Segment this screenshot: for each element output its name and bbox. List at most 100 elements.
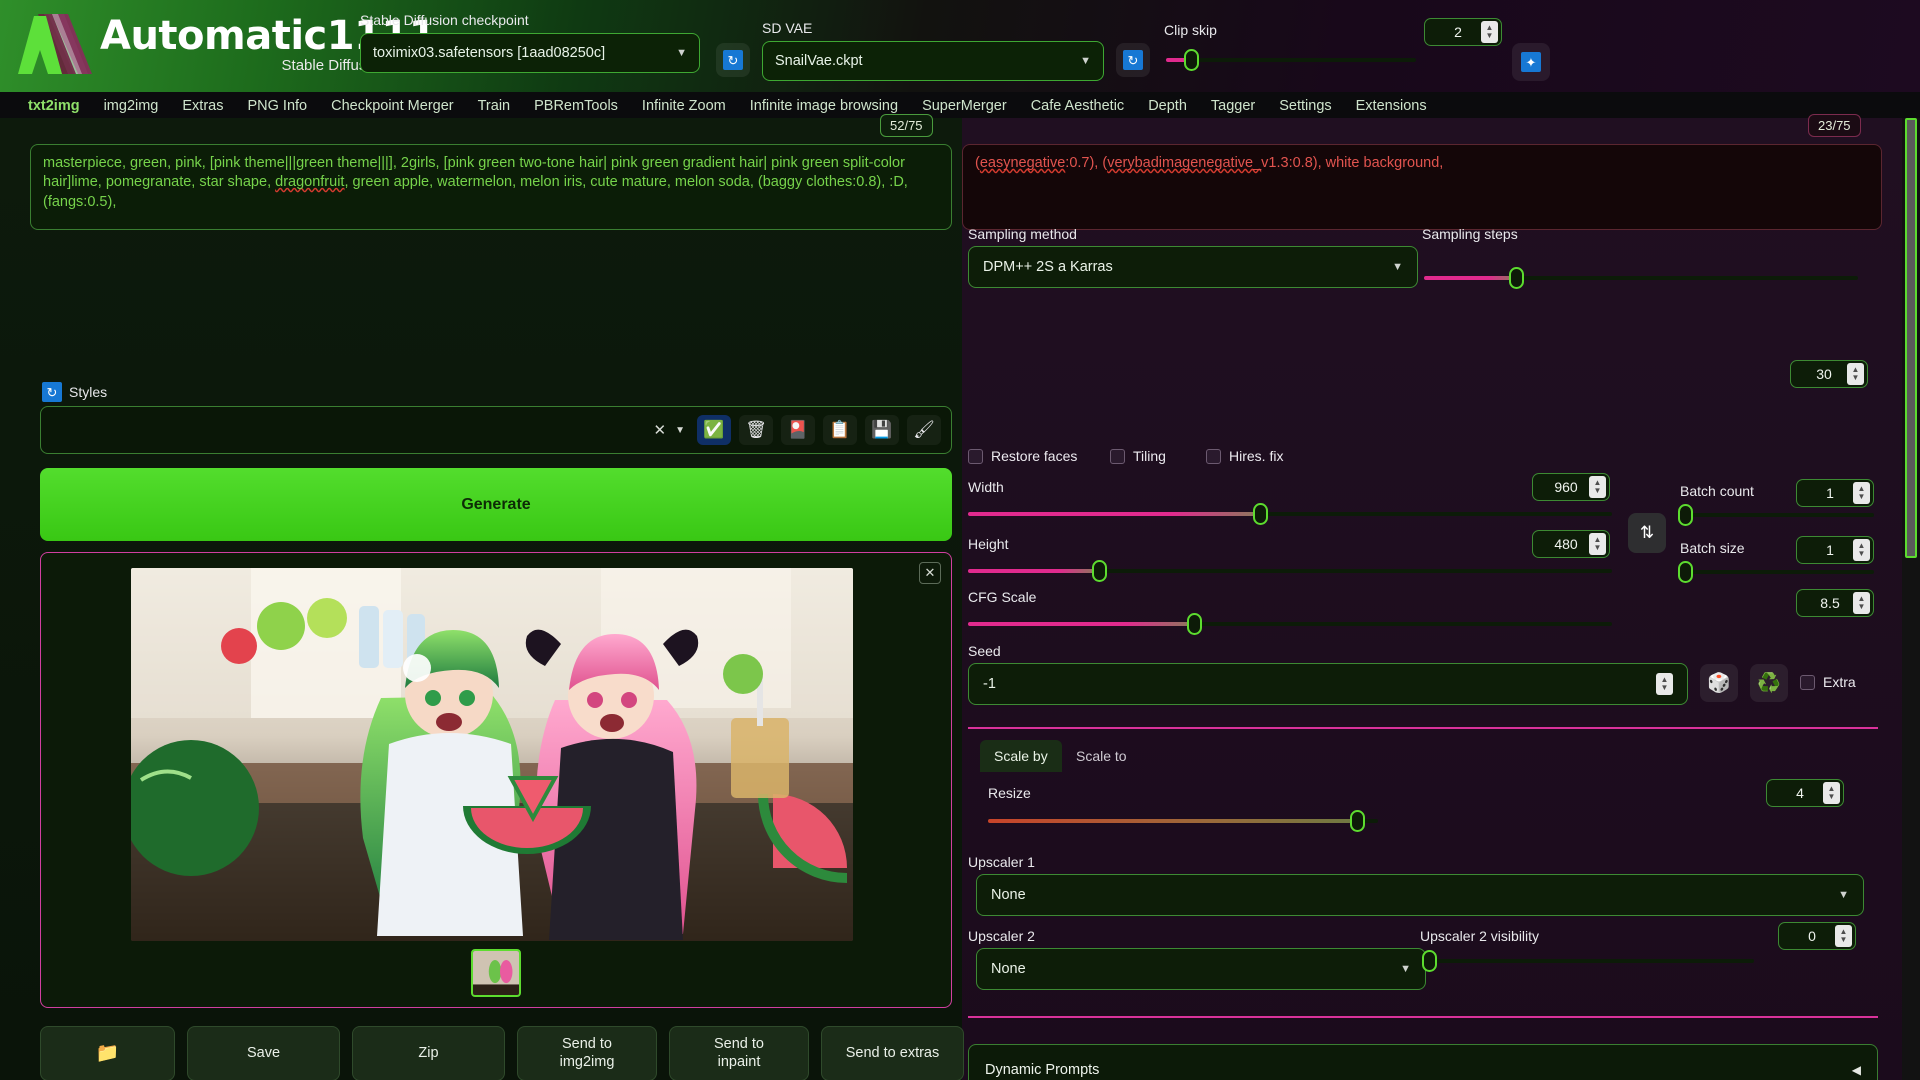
clear-x-icon[interactable]: ✕ [654, 421, 667, 439]
paste-style-icon[interactable]: 🎴 [781, 415, 815, 445]
batch-size-value-box[interactable]: 1 ▲ ▼ [1796, 536, 1874, 564]
zip-button[interactable]: Zip [352, 1026, 505, 1080]
tab-pbremtools[interactable]: PBRemTools [522, 94, 630, 118]
tab-depth[interactable]: Depth [1136, 94, 1199, 118]
restore-faces-checkbox-row[interactable]: Restore faces [968, 448, 1077, 464]
width-value-box[interactable]: 960 ▲ ▼ [1532, 473, 1610, 501]
tab-cafe-aesthetic[interactable]: Cafe Aesthetic [1019, 94, 1137, 118]
scrollbar-thumb[interactable] [1905, 118, 1917, 558]
tab-scale-to[interactable]: Scale to [1062, 740, 1141, 772]
hires-fix-checkbox-row[interactable]: Hires. fix [1206, 448, 1283, 464]
slider-knob[interactable] [1253, 503, 1268, 525]
extra-seed-checkbox-row[interactable]: Extra [1800, 674, 1856, 690]
send-to-inpaint-button[interactable]: Send to inpaint [669, 1026, 809, 1080]
extra-seed-checkbox[interactable] [1800, 674, 1815, 690]
sampling-steps-value-box[interactable]: 30 ▲ ▼ [1790, 360, 1868, 388]
tab-train[interactable]: Train [466, 94, 523, 118]
save-style-icon[interactable]: 💾 [865, 415, 899, 445]
negative-prompt-textarea[interactable]: (easynegative:0.7), (verybadimagenegativ… [962, 144, 1882, 230]
stepper-icon[interactable]: ▲ ▼ [1853, 592, 1870, 614]
slider-knob[interactable] [1678, 561, 1693, 583]
clipboard-icon[interactable]: 📋 [823, 415, 857, 445]
tab-checkpoint-merger[interactable]: Checkpoint Merger [319, 94, 466, 118]
styles-clear-controls[interactable]: ✕ ▼ [654, 421, 685, 439]
upscaler2-visibility-slider[interactable] [1422, 950, 1754, 972]
slider-knob[interactable] [1509, 267, 1524, 289]
tab-txt2img[interactable]: txt2img [16, 94, 92, 118]
slider-knob[interactable] [1187, 613, 1202, 635]
stepper-icon[interactable]: ▲ ▼ [1589, 476, 1606, 498]
seed-input[interactable]: -1 ▲ ▼ [968, 663, 1688, 705]
cfg-scale-slider[interactable] [968, 613, 1612, 635]
tab-tagger[interactable]: Tagger [1199, 94, 1267, 118]
cfg-scale-value-box[interactable]: 8.5 ▲ ▼ [1796, 589, 1874, 617]
checkpoint-dropdown[interactable]: toximix03.safetensors [1aad08250c] ▼ [360, 33, 700, 73]
send-to-img2img-button[interactable]: Send to img2img [517, 1026, 657, 1080]
stepper-icon[interactable]: ▲ ▼ [1853, 482, 1870, 504]
save-button[interactable]: Save [187, 1026, 340, 1080]
batch-count-value-box[interactable]: 1 ▲ ▼ [1796, 479, 1874, 507]
refresh-checkpoint-button[interactable]: ↻ [716, 43, 750, 77]
batch-size-slider[interactable] [1678, 561, 1874, 583]
tab-infinite-zoom[interactable]: Infinite Zoom [630, 94, 738, 118]
slider-knob[interactable] [1422, 950, 1437, 972]
swap-dimensions-button[interactable]: ⇅ [1628, 513, 1666, 553]
close-icon[interactable]: ✕ [919, 562, 941, 584]
tab-extensions[interactable]: Extensions [1344, 94, 1439, 118]
styles-dropdown[interactable]: ✕ ▼ ✅ 🗑 🎴 📋 💾 🖌 [40, 406, 952, 454]
tab-scale-by[interactable]: Scale by [980, 740, 1062, 772]
tiling-checkbox-row[interactable]: Tiling [1110, 448, 1166, 464]
stepper-icon[interactable]: ▲ ▼ [1656, 673, 1673, 695]
random-seed-button[interactable]: 🎲 [1700, 664, 1738, 702]
slider-knob[interactable] [1184, 49, 1199, 71]
open-folder-button[interactable]: 📁 [40, 1026, 175, 1080]
stepper-icon[interactable]: ▲ ▼ [1589, 533, 1606, 555]
stepper-icon[interactable]: ▲ ▼ [1835, 925, 1852, 947]
hires-fix-checkbox[interactable] [1206, 448, 1221, 464]
tiling-checkbox[interactable] [1110, 448, 1125, 464]
clip-skip-value-box[interactable]: 2 ▲ ▼ [1424, 18, 1502, 46]
generated-image[interactable] [131, 568, 853, 941]
generate-button[interactable]: Generate [40, 468, 952, 541]
magic-wand-icon[interactable]: 🖌 [907, 415, 941, 445]
height-slider[interactable] [968, 560, 1612, 582]
batch-count-slider[interactable] [1678, 504, 1874, 526]
apply-settings-button[interactable]: ✦ [1512, 43, 1550, 81]
accordion-dynamic-prompts[interactable]: Dynamic Prompts ◀ [968, 1044, 1878, 1080]
refresh-vae-button[interactable]: ↻ [1116, 43, 1150, 77]
sampling-steps-slider[interactable] [1424, 267, 1858, 289]
upscaler1-dropdown[interactable]: None ▼ [976, 874, 1864, 916]
stepper-icon[interactable]: ▲ ▼ [1823, 782, 1840, 804]
positive-prompt-textarea[interactable]: masterpiece, green, pink, [pink theme|||… [30, 144, 952, 230]
chevron-down-icon[interactable]: ▼ [675, 425, 685, 436]
clip-skip-slider[interactable] [1166, 49, 1416, 71]
resize-value-box[interactable]: 4 ▲ ▼ [1766, 779, 1844, 807]
resize-slider[interactable] [988, 810, 1378, 832]
thumbnail-item[interactable] [471, 949, 521, 997]
trash-icon[interactable]: 🗑 [739, 415, 773, 445]
slider-knob[interactable] [1350, 810, 1365, 832]
stepper-icon[interactable]: ▲ ▼ [1853, 539, 1870, 561]
restore-faces-checkbox[interactable] [968, 448, 983, 464]
tab-img2img[interactable]: img2img [92, 94, 171, 118]
vae-dropdown[interactable]: SnailVae.ckpt ▼ [762, 41, 1104, 81]
apply-style-icon[interactable]: ✅ [697, 415, 731, 445]
send-to-extras-button[interactable]: Send to extras [821, 1026, 964, 1080]
tab-settings[interactable]: Settings [1267, 94, 1343, 118]
height-value-box[interactable]: 480 ▲ ▼ [1532, 530, 1610, 558]
slider-knob[interactable] [1678, 504, 1693, 526]
tab-supermerger[interactable]: SuperMerger [910, 94, 1019, 118]
slider-knob[interactable] [1092, 560, 1107, 582]
page-scrollbar[interactable] [1902, 118, 1920, 1080]
refresh-icon[interactable]: ↻ [42, 382, 62, 402]
sampling-method-dropdown[interactable]: DPM++ 2S a Karras ▼ [968, 246, 1418, 288]
tab-extras[interactable]: Extras [170, 94, 235, 118]
upscaler2-visibility-value-box[interactable]: 0 ▲ ▼ [1778, 922, 1856, 950]
reuse-seed-button[interactable]: ♻️ [1750, 664, 1788, 702]
tab-png-info[interactable]: PNG Info [235, 94, 319, 118]
width-slider[interactable] [968, 503, 1612, 525]
stepper-icon[interactable]: ▲ ▼ [1847, 363, 1864, 385]
tab-infinite-image-browsing[interactable]: Infinite image browsing [738, 94, 910, 118]
stepper-icon[interactable]: ▲ ▼ [1481, 21, 1498, 43]
upscaler2-dropdown[interactable]: None ▼ [976, 948, 1426, 990]
